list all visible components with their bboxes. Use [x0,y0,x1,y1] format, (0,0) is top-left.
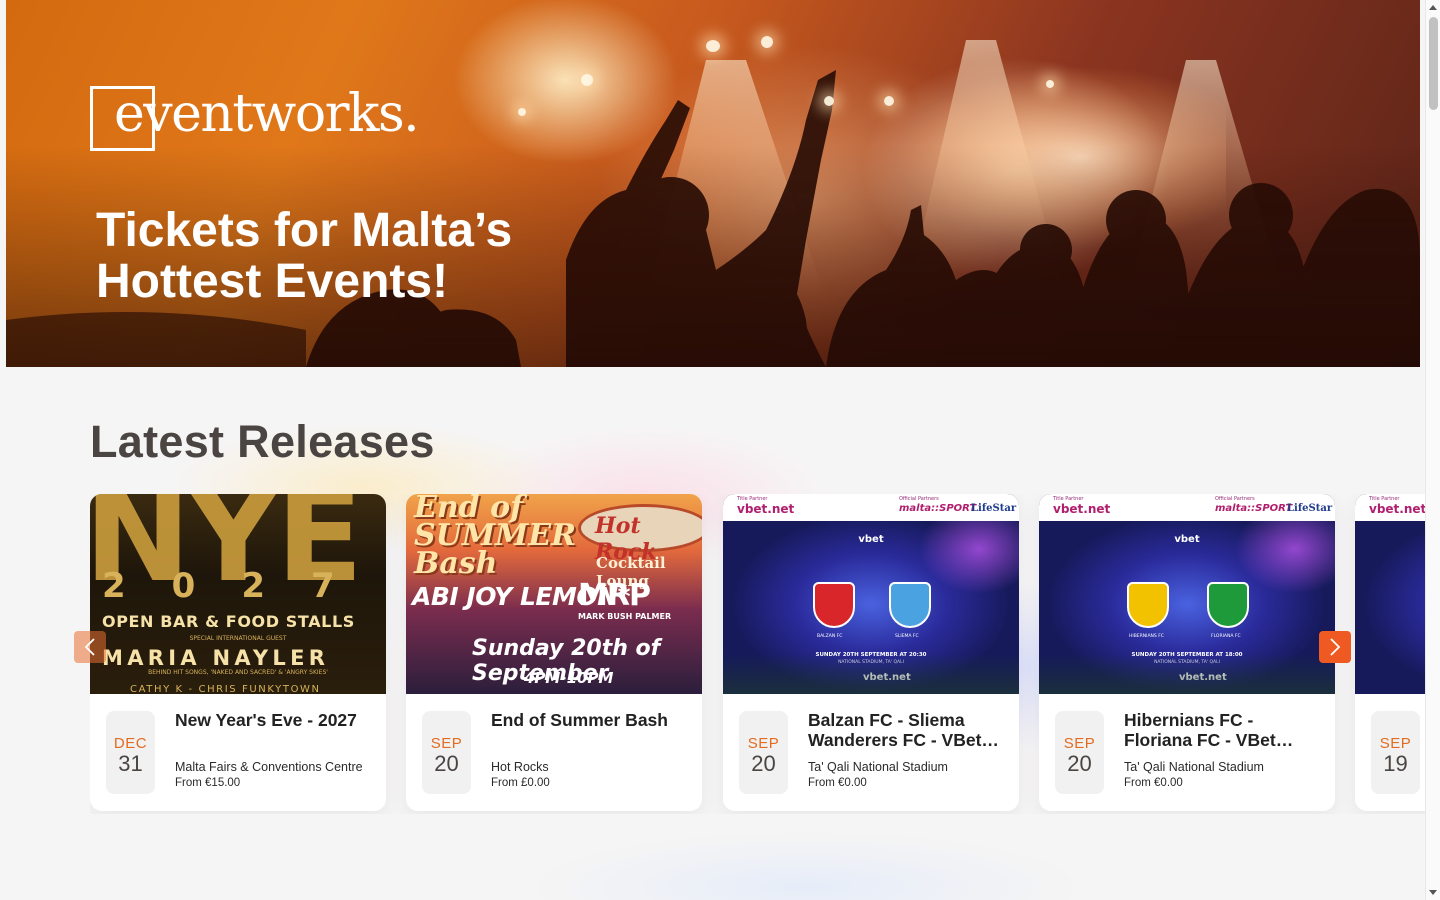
event-card[interactable]: Title Partner vbet.net Official Partners… [1039,494,1335,811]
event-day: 20 [751,751,776,776]
event-card[interactable]: Title Partner vbet.net Official Partners… [723,494,1019,811]
event-day: 19 [1383,751,1408,776]
poster-text: BALZAN FC [817,634,843,639]
event-poster-football: Title Partner vbet.net Official Partners… [1039,494,1335,694]
event-poster-summer-bash: End of SUMMER Bash Hot Rock Cocktail Lou… [406,494,702,694]
event-price: From €0.00 [1124,777,1183,789]
hero-shade [6,0,1420,367]
event-day: 31 [118,751,143,776]
event-poster-nye: NYE 2027 OPEN BAR & FOOD STALLS SPECIAL … [90,494,386,694]
poster-text: Official Partners [1215,496,1255,502]
malta-sport-logo: malta::SPORT [899,503,977,514]
hibernians-crest-icon [1127,582,1169,628]
poster-text: HIBERNIANS FC [1129,634,1164,639]
poster-text: Official Partners [899,496,939,502]
poster-text: MARIA NAYLER [102,646,330,670]
event-month: SEP [1063,735,1096,752]
page-scrollbar[interactable] [1425,0,1440,900]
event-card[interactable]: NYE 2027 OPEN BAR & FOOD STALLS SPECIAL … [90,494,386,811]
event-card[interactable]: Title Partner vbet.net SEP 19 [1355,494,1425,811]
chevron-right-icon [1330,638,1341,656]
poster-text: SPECIAL INTERNATIONAL GUEST [189,635,287,642]
event-poster-football: Title Partner vbet.net [1355,494,1425,694]
poster-text: OPEN BAR & FOOD STALLS [102,612,355,631]
poster-text: BEHIND HIT SONGS, 'NAKED AND SACRED' & '… [148,669,328,676]
event-date: SEP 19 [1371,711,1420,794]
event-venue: Malta Fairs & Conventions Centre [175,760,363,774]
scroll-thumb[interactable] [1429,17,1438,110]
vbet-logo: vbet.net [737,502,795,516]
event-poster-football: Title Partner vbet.net Official Partners… [723,494,1019,694]
latest-releases-heading: Latest Releases [90,416,435,467]
event-day: 20 [1067,751,1092,776]
event-title[interactable]: New Year's Eve - 2027 [175,710,375,730]
carousel-prev-button[interactable] [74,631,106,663]
pitch-shade [1039,654,1335,694]
pitch-shade [723,654,1019,694]
vbet-logo: vbet.net [1369,502,1425,516]
event-venue: Ta' Qali National Stadium [808,760,948,774]
event-title[interactable]: Hibernians FC - Floriana FC - VBet Malta… [1124,710,1324,750]
carousel-next-button[interactable] [1319,631,1351,663]
event-card[interactable]: End of SUMMER Bash Hot Rock Cocktail Lou… [406,494,702,811]
chevron-left-icon [84,638,95,656]
event-date: SEP 20 [422,711,471,794]
poster-text: MRP [578,578,651,613]
logo-wordmark: eventworks. [114,84,420,144]
event-day: 20 [434,751,459,776]
floriana-crest-icon [1207,582,1249,628]
hot-rocks-logo: Hot Rock [578,504,702,565]
eventworks-logo[interactable]: eventworks. [90,84,420,151]
event-date: DEC 31 [106,711,155,794]
balzan-crest-icon [813,582,855,628]
poster-text: MARK BUSH PALMER [578,612,672,621]
event-month: DEC [113,735,148,752]
event-venue: Ta' Qali National Stadium [1124,760,1264,774]
hero-title-line2: Hottest Events! [96,255,449,308]
scroll-down-arrow-icon[interactable] [1429,890,1437,895]
event-month: SEP [430,735,463,752]
league-logo: vbet [858,534,884,545]
vbet-logo: vbet.net [1053,502,1111,516]
events-carousel: NYE 2027 OPEN BAR & FOOD STALLS SPECIAL … [90,494,1425,814]
poster-text: FLORIANA FC [1211,634,1241,639]
hero-title-line1: Tickets for Malta’s [96,204,513,257]
league-logo: vbet [1174,534,1200,545]
malta-sport-logo: malta::SPORT [1215,503,1293,514]
hero-banner: eventworks. Tickets for Malta’s Hottest … [6,0,1420,367]
poster-text: 4PM-10PM [524,669,614,687]
poster-text: CATHY K - CHRIS FUNKYTOWN [130,684,321,694]
event-price: From £0.00 [491,777,550,789]
event-date: SEP 20 [739,711,788,794]
poster-text: SLIEMA FC [895,634,919,639]
event-date: SEP 20 [1055,711,1104,794]
lifestar-logo: LifeStar [1287,503,1333,514]
event-month: SEP [1379,735,1412,752]
event-month: SEP [747,735,780,752]
event-venue: Hot Rocks [491,760,549,774]
event-price: From €0.00 [808,777,867,789]
lifestar-logo: LifeStar [971,503,1017,514]
poster-text: 2027 [102,566,381,606]
scroll-up-arrow-icon[interactable] [1429,5,1437,10]
hero-title: Tickets for Malta’s Hottest Events! [96,205,656,307]
event-title[interactable]: Balzan FC - Sliema Wanderers FC - VBet M… [808,710,1008,750]
sliema-crest-icon [889,582,931,628]
event-price: From €15.00 [175,777,241,789]
event-title[interactable]: End of Summer Bash [491,710,691,730]
poster-text: End of SUMMER Bash [414,494,577,581]
